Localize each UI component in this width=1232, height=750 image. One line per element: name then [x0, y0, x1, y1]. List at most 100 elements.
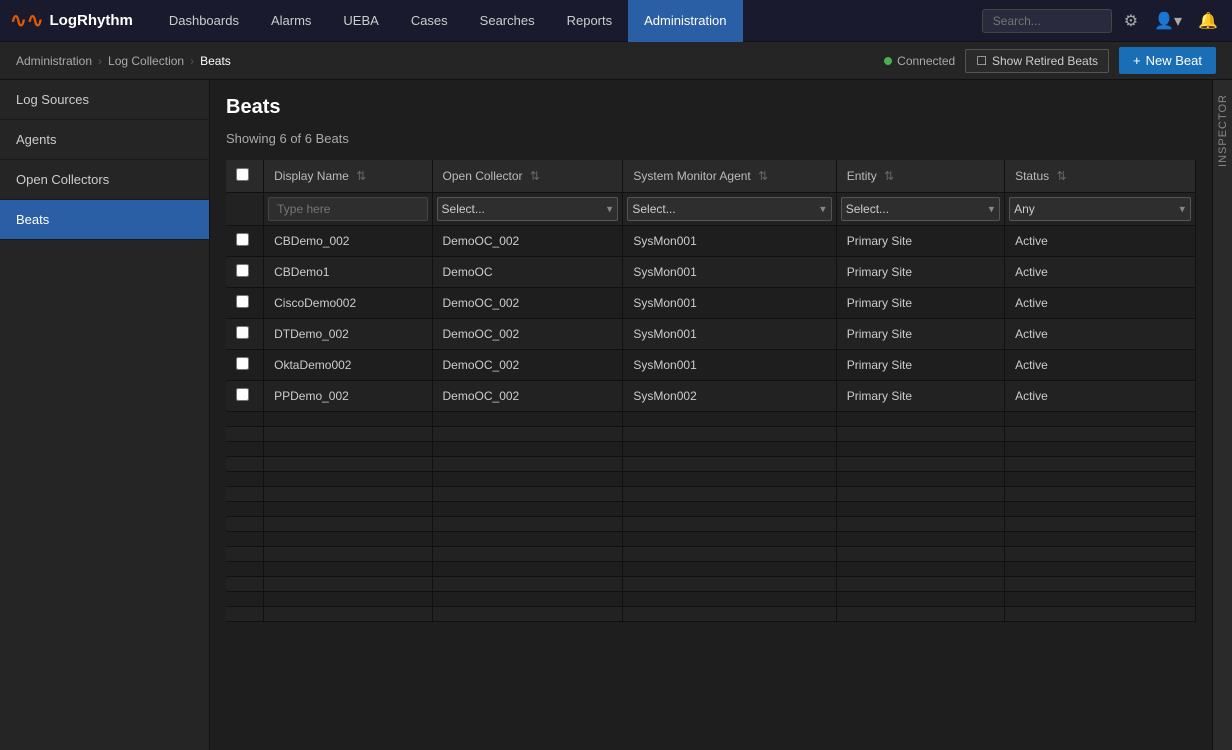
sort-display-name-icon[interactable]: ⇅: [356, 169, 366, 183]
table-row: CBDemo1 DemoOC SysMon001 Primary Site Ac…: [226, 257, 1196, 288]
row-open-collector: DemoOC_002: [432, 381, 623, 412]
logo-icon: ∿∿: [10, 8, 44, 33]
nav-right: ⚙ 👤▾ 🔔: [982, 7, 1222, 35]
row-system-monitor: SysMon001: [623, 350, 836, 381]
nav-cases[interactable]: Cases: [395, 0, 464, 42]
th-check-all: [226, 160, 264, 193]
filter-entity-cell: Select...: [836, 193, 1004, 226]
plus-icon: +: [1133, 53, 1141, 68]
sidebar-item-open-collectors[interactable]: Open Collectors: [0, 160, 209, 200]
row-open-collector: DemoOC_002: [432, 226, 623, 257]
row-status: Active: [1005, 381, 1196, 412]
search-input[interactable]: [982, 9, 1112, 33]
check-all-checkbox[interactable]: [236, 168, 249, 181]
row-display-name: CBDemo1: [264, 257, 432, 288]
row-checkbox[interactable]: [236, 326, 249, 339]
row-checkbox[interactable]: [236, 233, 249, 246]
settings-icon[interactable]: ⚙: [1120, 7, 1142, 35]
new-beat-button[interactable]: + New Beat: [1119, 47, 1216, 74]
breadcrumb-administration[interactable]: Administration: [16, 54, 92, 68]
empty-row: [226, 487, 1196, 502]
row-system-monitor: SysMon002: [623, 381, 836, 412]
row-open-collector: DemoOC_002: [432, 288, 623, 319]
filter-open-collector-cell: Select...: [432, 193, 623, 226]
beats-table: Display Name ⇅ Open Collector ⇅ System M…: [226, 160, 1196, 622]
row-open-collector: DemoOC_002: [432, 319, 623, 350]
logo-text: LogRhythm: [50, 12, 133, 29]
th-display-name: Display Name ⇅: [264, 160, 432, 193]
row-status: Active: [1005, 226, 1196, 257]
empty-row: [226, 472, 1196, 487]
row-checkbox-cell: [226, 319, 264, 350]
row-checkbox[interactable]: [236, 295, 249, 308]
row-system-monitor: SysMon001: [623, 226, 836, 257]
row-system-monitor: SysMon001: [623, 288, 836, 319]
main-layout: Log Sources Agents Open Collectors Beats…: [0, 80, 1232, 750]
filter-status-select[interactable]: Any: [1009, 197, 1191, 221]
filter-display-name-cell: [264, 193, 432, 226]
filter-entity-select[interactable]: Select...: [841, 197, 1000, 221]
row-status: Active: [1005, 288, 1196, 319]
row-status: Active: [1005, 350, 1196, 381]
nav-searches[interactable]: Searches: [464, 0, 551, 42]
row-entity: Primary Site: [836, 381, 1004, 412]
row-display-name: CBDemo_002: [264, 226, 432, 257]
sort-status-icon[interactable]: ⇅: [1056, 169, 1066, 183]
logo: ∿∿ LogRhythm: [10, 8, 133, 33]
breadcrumb-sep-2: ›: [190, 54, 194, 68]
table-row: DTDemo_002 DemoOC_002 SysMon001 Primary …: [226, 319, 1196, 350]
sidebar-item-agents[interactable]: Agents: [0, 120, 209, 160]
filter-oc-wrapper: Select...: [437, 197, 619, 221]
table-row: OktaDemo002 DemoOC_002 SysMon001 Primary…: [226, 350, 1196, 381]
user-icon[interactable]: 👤▾: [1150, 7, 1186, 35]
row-display-name: OktaDemo002: [264, 350, 432, 381]
row-checkbox[interactable]: [236, 357, 249, 370]
row-entity: Primary Site: [836, 257, 1004, 288]
sort-sma-icon[interactable]: ⇅: [758, 169, 768, 183]
empty-row: [226, 592, 1196, 607]
empty-row: [226, 547, 1196, 562]
row-checkbox[interactable]: [236, 264, 249, 277]
sidebar-item-beats[interactable]: Beats: [0, 200, 209, 240]
sort-entity-icon[interactable]: ⇅: [884, 169, 894, 183]
nav-dashboards[interactable]: Dashboards: [153, 0, 255, 42]
nav-alarms[interactable]: Alarms: [255, 0, 327, 42]
connected-label: Connected: [897, 54, 955, 68]
row-entity: Primary Site: [836, 288, 1004, 319]
page-title: Beats: [226, 96, 1196, 119]
th-system-monitor-agent: System Monitor Agent ⇅: [623, 160, 836, 193]
nav-administration[interactable]: Administration: [628, 0, 742, 42]
show-retired-beats-button[interactable]: ☐ Show Retired Beats: [965, 49, 1109, 73]
filter-checkbox-cell: [226, 193, 264, 226]
breadcrumb-sep-1: ›: [98, 54, 102, 68]
row-display-name: DTDemo_002: [264, 319, 432, 350]
empty-row: [226, 562, 1196, 577]
sidebar-item-log-sources[interactable]: Log Sources: [0, 80, 209, 120]
filter-sma-cell: Select...: [623, 193, 836, 226]
filter-display-name-input[interactable]: [268, 197, 427, 221]
empty-row: [226, 517, 1196, 532]
checkbox-icon: ☐: [976, 54, 987, 68]
nav-reports[interactable]: Reports: [551, 0, 629, 42]
breadcrumb-actions: Connected ☐ Show Retired Beats + New Bea…: [884, 47, 1216, 74]
th-entity: Entity ⇅: [836, 160, 1004, 193]
breadcrumb-log-collection[interactable]: Log Collection: [108, 54, 184, 68]
notification-icon[interactable]: 🔔: [1194, 7, 1222, 35]
row-status: Active: [1005, 319, 1196, 350]
sort-open-collector-icon[interactable]: ⇅: [530, 169, 540, 183]
row-checkbox[interactable]: [236, 388, 249, 401]
nav-ueba[interactable]: UEBA: [327, 0, 394, 42]
inspector-panel[interactable]: INSPECTOR: [1212, 80, 1232, 750]
filter-sma-select[interactable]: Select...: [627, 197, 831, 221]
table-row: PPDemo_002 DemoOC_002 SysMon002 Primary …: [226, 381, 1196, 412]
row-checkbox-cell: [226, 381, 264, 412]
main-content: Beats Showing 6 of 6 Beats Display Name …: [210, 80, 1212, 750]
row-system-monitor: SysMon001: [623, 319, 836, 350]
empty-row: [226, 532, 1196, 547]
row-status: Active: [1005, 257, 1196, 288]
row-entity: Primary Site: [836, 319, 1004, 350]
table-row: CiscoDemo002 DemoOC_002 SysMon001 Primar…: [226, 288, 1196, 319]
row-open-collector: DemoOC: [432, 257, 623, 288]
filter-open-collector-select[interactable]: Select...: [437, 197, 619, 221]
empty-row: [226, 607, 1196, 622]
